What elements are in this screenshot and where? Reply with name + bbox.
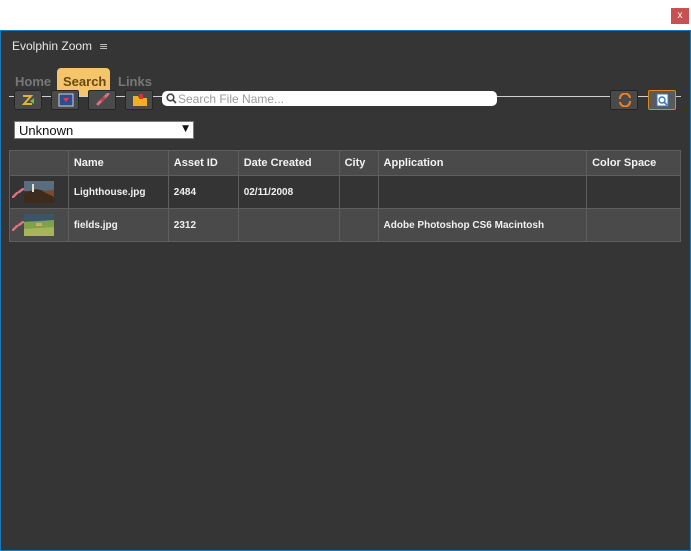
- search-field[interactable]: [162, 91, 497, 106]
- table-row[interactable]: fields.jpg 2312 Adobe Photoshop CS6 Maci…: [9, 208, 681, 242]
- folder-icon: [133, 94, 147, 106]
- checkin-button[interactable]: [14, 90, 42, 110]
- refresh-button[interactable]: [610, 90, 638, 110]
- lighthouse-thumbnail: [24, 181, 54, 203]
- col-asset-id[interactable]: Asset ID: [167, 150, 239, 176]
- row-asset-id: 2484: [167, 175, 239, 209]
- row-name: Lighthouse.jpg: [67, 175, 169, 209]
- panel-title: Evolphin Zoom: [12, 39, 93, 53]
- filter-select[interactable]: Unknown ▼: [14, 121, 194, 139]
- thumbnail-cell[interactable]: [9, 175, 69, 209]
- link-icon: [96, 93, 110, 106]
- col-application[interactable]: Application: [377, 150, 588, 176]
- place-button[interactable]: [51, 90, 79, 110]
- search-input[interactable]: [178, 91, 493, 106]
- filter-select-value: Unknown: [19, 123, 74, 138]
- link-icon: [12, 188, 24, 198]
- close-button[interactable]: x: [671, 8, 689, 24]
- table-header-row: Name Asset ID Date Created City Applicat…: [9, 150, 681, 176]
- col-date-created[interactable]: Date Created: [237, 150, 340, 176]
- folder-button[interactable]: [125, 90, 153, 110]
- row-city: [338, 208, 379, 242]
- checkin-icon: [21, 95, 34, 105]
- col-city[interactable]: City: [338, 150, 379, 176]
- col-color-space[interactable]: Color Space: [586, 150, 681, 176]
- preview-icon: [656, 93, 669, 107]
- results-table: Name Asset ID Date Created City Applicat…: [9, 150, 681, 242]
- row-name: fields.jpg: [67, 208, 169, 242]
- row-application: [377, 175, 588, 209]
- row-color-space: [586, 208, 681, 242]
- link-icon: [12, 221, 24, 231]
- row-color-space: [586, 175, 681, 209]
- row-date-created: [237, 208, 340, 242]
- hamburger-icon[interactable]: ≡: [99, 40, 108, 53]
- thumbnail-cell[interactable]: [9, 208, 69, 242]
- fields-thumbnail: [24, 214, 54, 236]
- row-application: Adobe Photoshop CS6 Macintosh: [377, 208, 588, 242]
- chevron-down-icon: ▼: [182, 124, 189, 134]
- refresh-icon: [619, 93, 631, 107]
- preview-button[interactable]: [648, 90, 676, 110]
- table-row[interactable]: Lighthouse.jpg 2484 02/11/2008: [9, 175, 681, 209]
- row-date-created: 02/11/2008: [237, 175, 340, 209]
- row-city: [338, 175, 379, 209]
- col-name[interactable]: Name: [67, 150, 169, 176]
- col-thumbnail[interactable]: [9, 150, 69, 176]
- search-icon: [166, 93, 177, 104]
- place-icon: [58, 93, 74, 107]
- link-button[interactable]: [88, 90, 116, 110]
- row-asset-id: 2312: [167, 208, 239, 242]
